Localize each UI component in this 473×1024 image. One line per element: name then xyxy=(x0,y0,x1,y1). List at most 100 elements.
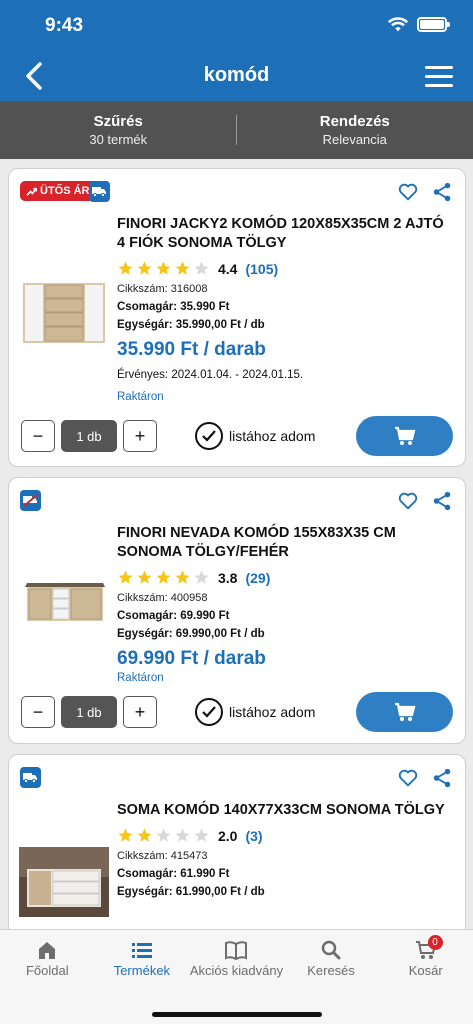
star-icon xyxy=(137,570,152,584)
add-to-list-label: listához adom xyxy=(229,428,316,444)
package-price: Csomagár: 61.990 Ft xyxy=(117,868,230,880)
star-empty-icon xyxy=(194,261,209,275)
unit-price: Egységár: 61.990,00 Ft / db xyxy=(117,886,265,898)
rating-row: 4.4 (105) xyxy=(117,260,455,277)
product-card[interactable]: FINORI NEVADA KOMÓD 155X83X35 CM SONOMA … xyxy=(8,477,466,744)
product-image[interactable] xyxy=(19,573,109,643)
book-icon xyxy=(225,941,248,960)
home-icon xyxy=(39,942,56,959)
star-icon xyxy=(118,828,133,842)
tab-label: Főoldal xyxy=(25,963,69,978)
tab-flyer[interactable]: Akciós kiadvány xyxy=(189,930,284,990)
product-image[interactable] xyxy=(19,847,109,917)
rating-score: 3.8 xyxy=(218,569,238,586)
favorite-heart-icon[interactable] xyxy=(397,490,419,512)
status-time: 9:43 xyxy=(45,15,84,36)
sale-badge-label: ÜTŐS ÁR xyxy=(40,185,90,197)
stock-status: Raktáron xyxy=(117,391,164,403)
battery-icon xyxy=(417,16,450,32)
product-name[interactable]: FINORI NEVADA KOMÓD 155X83X35 CM SONOMA … xyxy=(117,524,455,562)
trend-arrow-icon xyxy=(26,187,37,196)
quantity-plus-button[interactable]: + xyxy=(123,420,157,452)
product-info: SOMA KOMÓD 140X77X33CM SONOMA TÖLGY 2.0 … xyxy=(117,801,455,898)
product-info: FINORI NEVADA KOMÓD 155X83X35 CM SONOMA … xyxy=(117,524,455,684)
home-indicator xyxy=(152,1012,322,1017)
product-name[interactable]: SOMA KOMÓD 140X77X33CM SONOMA TÖLGY xyxy=(117,801,455,820)
checkmark-icon xyxy=(195,698,223,726)
app-header: 9:43 komód xyxy=(0,0,473,101)
add-to-list-button[interactable]: listához adom xyxy=(195,698,315,726)
validity: Érvényes: 2024.01.04. - 2024.01.15. xyxy=(117,369,304,381)
filter-label: Szűrés xyxy=(93,113,143,130)
star-empty-icon xyxy=(194,570,209,584)
filter-sort-bar: Szűrés 30 termék Rendezés Relevancia xyxy=(0,101,473,159)
star-icon xyxy=(175,570,190,584)
add-to-cart-button[interactable] xyxy=(356,416,453,456)
quantity-minus-button[interactable]: − xyxy=(21,696,55,728)
review-count-link[interactable]: (3) xyxy=(245,828,262,844)
result-count: 30 termék xyxy=(89,132,148,147)
search-icon xyxy=(321,940,341,960)
filter-button[interactable]: Szűrés 30 termék xyxy=(0,101,237,159)
cart-icon xyxy=(394,702,415,721)
rating-score: 2.0 xyxy=(218,827,238,844)
quantity-value[interactable]: 1 db xyxy=(61,420,117,452)
product-image[interactable] xyxy=(19,277,109,347)
tab-products[interactable]: Termékek xyxy=(95,930,190,990)
hamburger-menu-button[interactable] xyxy=(425,66,453,88)
product-card[interactable]: ÜTŐS ÁR FINORI JACKY2 KOMÓD 120X85X35CM … xyxy=(8,168,466,467)
delivery-truck-icon xyxy=(89,181,110,202)
card-actions: − 1 db + listához adom xyxy=(21,692,453,732)
tab-label: Kosár xyxy=(408,963,443,978)
star-icon xyxy=(156,261,171,275)
tab-cart[interactable]: 0 Kosár xyxy=(378,930,473,990)
rating-score: 4.4 xyxy=(218,260,238,277)
star-empty-icon xyxy=(194,828,209,842)
share-icon[interactable] xyxy=(431,767,453,789)
share-icon[interactable] xyxy=(431,181,453,203)
product-card[interactable]: SOMA KOMÓD 140X77X33CM SONOMA TÖLGY 2.0 … xyxy=(8,754,466,954)
stock-status: Raktáron xyxy=(117,672,164,684)
add-to-list-button[interactable]: listához adom xyxy=(195,422,315,450)
star-icon xyxy=(156,570,171,584)
sku: Cikkszám: 415473 xyxy=(117,850,208,862)
sort-value: Relevancia xyxy=(322,132,387,147)
card-actions: − 1 db + listához adom xyxy=(21,416,453,456)
bottom-tab-bar: Főoldal Termékek Akciós kiadvány Keresés… xyxy=(0,929,473,1024)
favorite-heart-icon[interactable] xyxy=(397,181,419,203)
tab-home[interactable]: Főoldal xyxy=(0,930,95,990)
review-count-link[interactable]: (105) xyxy=(245,261,278,277)
star-icon xyxy=(175,261,190,275)
product-name[interactable]: FINORI JACKY2 KOMÓD 120X85X35CM 2 AJTÓ 4… xyxy=(117,215,455,253)
sale-badge: ÜTŐS ÁR xyxy=(20,181,96,201)
star-icon xyxy=(118,570,133,584)
unit-price: Egységár: 69.990,00 Ft / db xyxy=(117,628,265,640)
cart-icon xyxy=(394,426,415,445)
tab-label: Termékek xyxy=(113,963,171,978)
quantity-plus-button[interactable]: + xyxy=(123,696,157,728)
sort-button[interactable]: Rendezés Relevancia xyxy=(237,101,473,159)
tab-search[interactable]: Keresés xyxy=(284,930,379,990)
wifi-icon xyxy=(387,17,409,32)
package-price: Csomagár: 69.990 Ft xyxy=(117,610,230,622)
star-empty-icon xyxy=(175,828,190,842)
star-icon xyxy=(137,828,152,842)
quantity-value[interactable]: 1 db xyxy=(61,696,117,728)
favorite-heart-icon[interactable] xyxy=(397,767,419,789)
status-icons xyxy=(387,15,450,33)
price: 69.990 Ft / darab xyxy=(117,648,266,669)
rating-row: 2.0 (3) xyxy=(117,827,455,844)
review-count-link[interactable]: (29) xyxy=(245,570,270,586)
unit-price: Egységár: 35.990,00 Ft / db xyxy=(117,319,265,331)
package-price: Csomagár: 35.990 Ft xyxy=(117,301,230,313)
share-icon[interactable] xyxy=(431,490,453,512)
sku: Cikkszám: 400958 xyxy=(117,592,208,604)
rating-row: 3.8 (29) xyxy=(117,569,455,586)
cart-count-badge: 0 xyxy=(427,935,443,950)
product-info: FINORI JACKY2 KOMÓD 120X85X35CM 2 AJTÓ 4… xyxy=(117,215,455,403)
add-to-cart-button[interactable] xyxy=(356,692,453,732)
star-icon xyxy=(118,261,133,275)
quantity-minus-button[interactable]: − xyxy=(21,420,55,452)
delivery-truck-icon xyxy=(20,767,41,788)
star-empty-icon xyxy=(156,828,171,842)
